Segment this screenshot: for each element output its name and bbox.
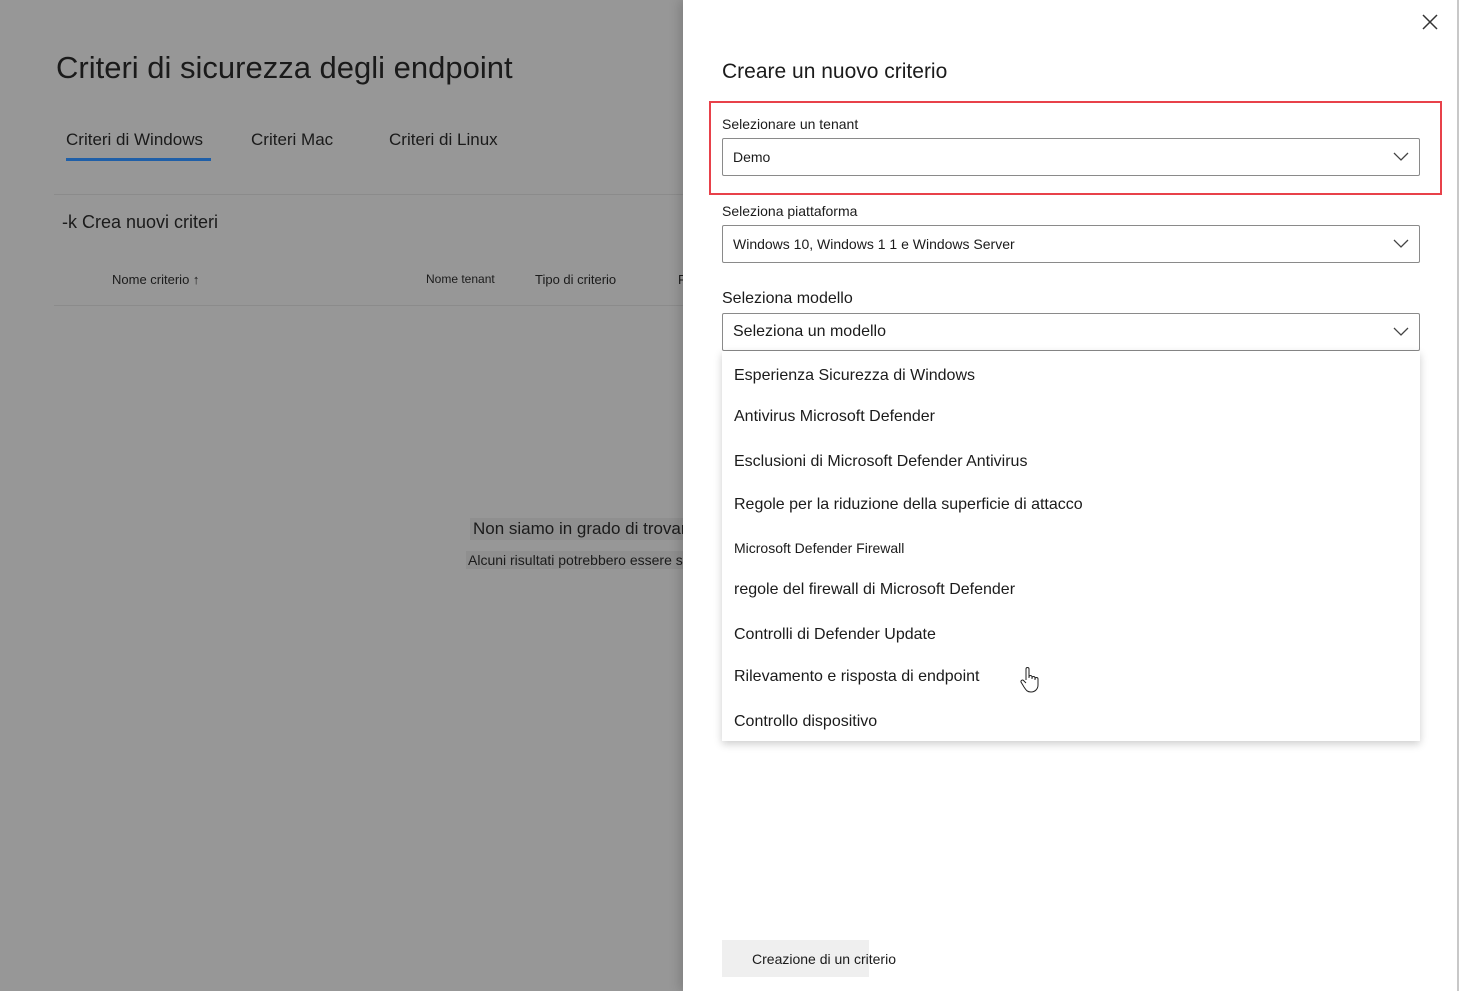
- page-title: Criteri di sicurezza degli endpoint: [56, 50, 513, 85]
- template-option[interactable]: Controlli di Defender Update: [734, 626, 936, 644]
- template-select[interactable]: Seleziona un modello: [722, 313, 1420, 351]
- panel-title: Creare un nuovo criterio: [722, 60, 948, 83]
- template-option[interactable]: Microsoft Defender Firewall: [734, 540, 904, 556]
- tenant-value: Demo: [733, 149, 771, 165]
- tenant-select[interactable]: Demo: [722, 138, 1420, 176]
- empty-state-subtitle: Alcuni risultati potrebbero essere stati: [466, 551, 704, 569]
- tab-linux[interactable]: Criteri di Linux: [389, 130, 498, 150]
- template-placeholder: Seleziona un modello: [733, 323, 886, 340]
- tab-windows[interactable]: Criteri di Windows: [66, 130, 211, 161]
- template-label: Seleziona modello: [722, 290, 853, 307]
- close-icon[interactable]: [1418, 10, 1442, 34]
- template-option[interactable]: Antivirus Microsoft Defender: [734, 408, 935, 426]
- template-option[interactable]: regole del firewall di Microsoft Defende…: [734, 581, 1015, 599]
- create-policy-button[interactable]: -k Crea nuovi criteri: [62, 212, 218, 233]
- template-option[interactable]: Controllo dispositivo: [734, 713, 877, 731]
- platform-label: Seleziona piattaforma: [722, 203, 858, 219]
- template-option[interactable]: Regole per la riduzione della superficie…: [734, 496, 1083, 514]
- template-option[interactable]: Esclusioni di Microsoft Defender Antivir…: [734, 453, 1027, 471]
- template-option[interactable]: Rilevamento e risposta di endpoint: [734, 668, 979, 686]
- divider: [54, 194, 684, 195]
- hand-pointer-cursor-icon: [1020, 667, 1039, 693]
- platform-select[interactable]: Windows 10, Windows 1 1 e Windows Server: [722, 225, 1420, 263]
- template-option[interactable]: Esperienza Sicurezza di Windows: [734, 367, 975, 385]
- table-header-divider: [54, 305, 684, 306]
- empty-state-title: Non siamo in grado di trovare: [470, 518, 700, 540]
- create-policy-button-label: Creazione di un criterio: [752, 950, 896, 967]
- column-header-policy-name[interactable]: Nome criterio ↑: [112, 272, 199, 287]
- chevron-down-icon: [1393, 152, 1409, 161]
- tab-mac[interactable]: Criteri Mac: [251, 130, 333, 150]
- tenant-label: Selezionare un tenant: [722, 116, 859, 132]
- chevron-down-icon: [1393, 327, 1409, 336]
- column-header-tenant-name[interactable]: Nome tenant: [426, 272, 495, 286]
- chevron-down-icon: [1393, 239, 1409, 248]
- column-label: Nome criterio: [112, 272, 190, 287]
- create-policy-submit-button[interactable]: Creazione di un criterio: [722, 940, 896, 977]
- template-dropdown-list: Esperienza Sicurezza di Windows Antiviru…: [722, 351, 1420, 741]
- sort-ascending-icon: ↑: [192, 272, 200, 287]
- platform-value: Windows 10, Windows 1 1 e Windows Server: [733, 236, 1015, 252]
- column-header-policy-type[interactable]: Tipo di criterio: [535, 272, 616, 287]
